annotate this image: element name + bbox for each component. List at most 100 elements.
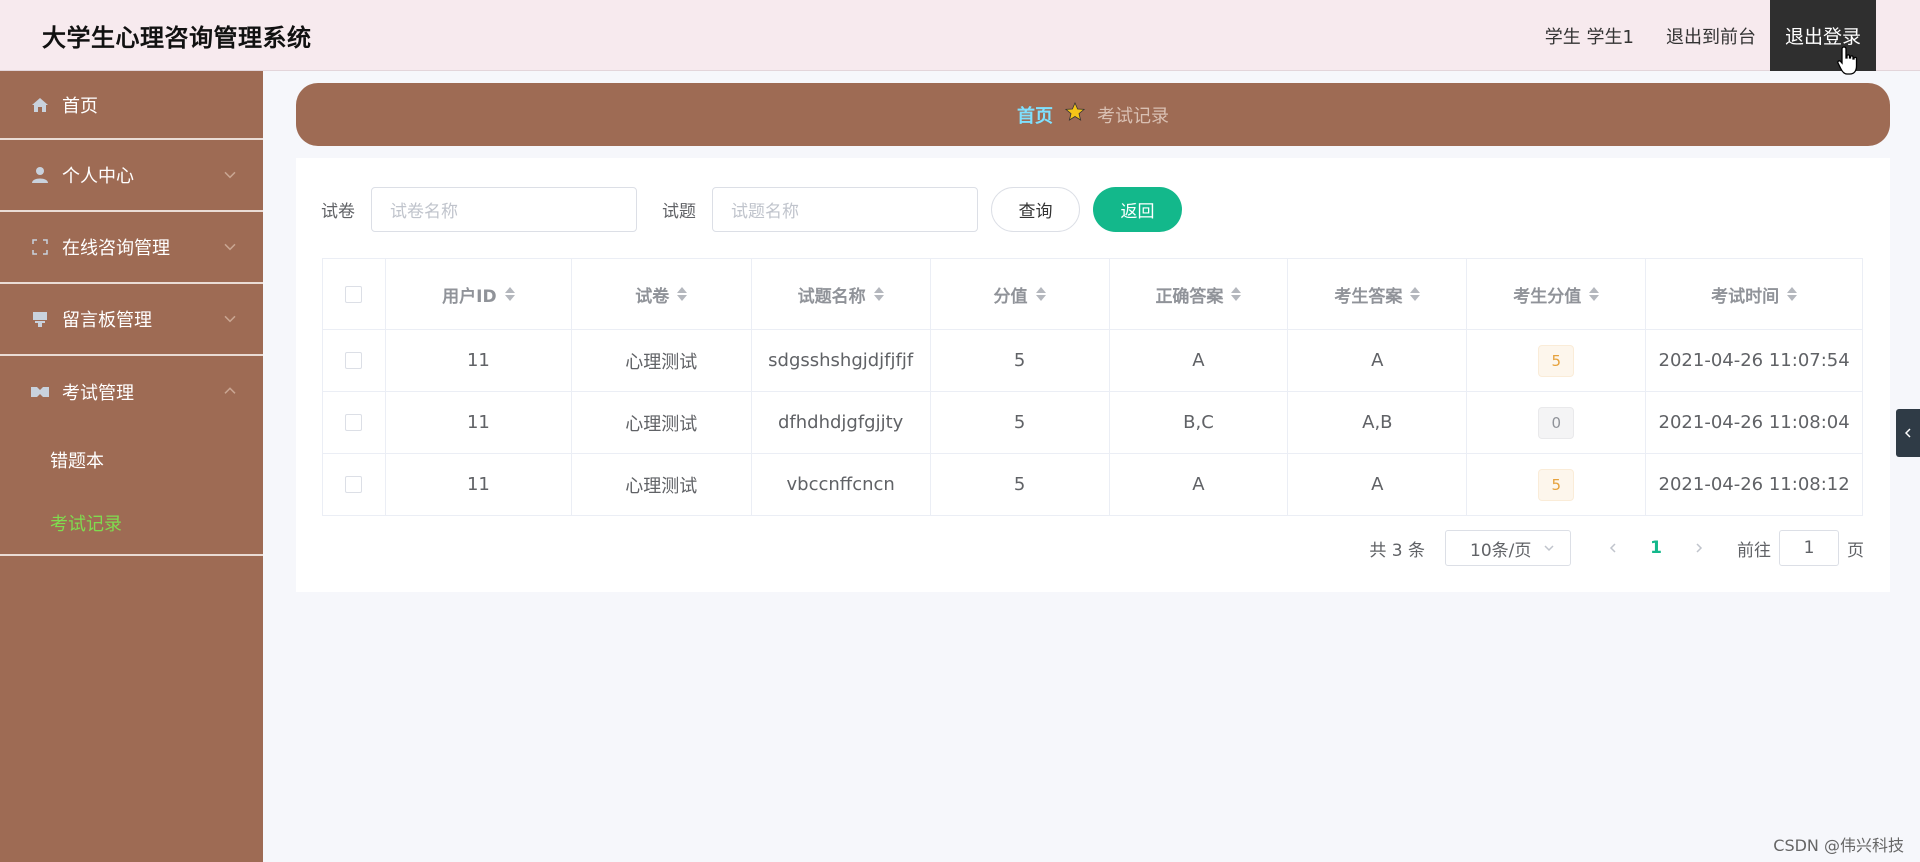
top-right-actions: 学生 学生1 退出到前台 退出登录 [1545,0,1876,71]
column-header[interactable]: 正确答案 [1109,259,1289,330]
row-checkbox[interactable] [345,414,363,431]
sidebar-item-label: 考试管理 [62,383,134,404]
chevron-left-icon [1904,428,1911,438]
sidebar-item-message-board[interactable]: 留言板管理 [0,284,263,356]
sidebar-item-exam-management[interactable]: 考试管理 [0,356,263,428]
collapse-panel-button[interactable] [1896,409,1920,457]
cell-question: dfhdhdjgfgjjty [751,392,931,454]
sidebar: 首页 个人中心 在线咨询管理 留言板管理 考试管理 错题本 考试记录 [0,71,263,862]
prev-page-button[interactable] [1595,530,1631,566]
query-button[interactable]: 查询 [991,186,1080,232]
exam-submenu: 错题本 考试记录 [0,428,263,556]
header-select-all [323,259,386,330]
sort-icon[interactable] [1231,287,1242,301]
next-page-button[interactable] [1681,530,1717,566]
score-tag: 5 [1538,344,1575,377]
page-suffix: 页 [1847,540,1864,561]
breadcrumb-home[interactable]: 首页 [1017,102,1053,128]
total-count: 共 3 条 [1369,540,1425,561]
sidebar-item-personal-center[interactable]: 个人中心 [0,140,263,212]
column-header[interactable]: 分值 [930,259,1110,330]
cell-exam-time: 2021-04-26 11:07:54 [1646,330,1864,392]
sidebar-item-online-consult[interactable]: 在线咨询管理 [0,212,263,284]
chevron-up-icon [224,387,236,394]
cell-paper: 心理测试 [571,454,752,516]
column-header[interactable]: 试卷 [571,259,752,330]
sidebar-item-label: 首页 [62,95,98,117]
chevron-down-icon [224,243,236,251]
question-name-input[interactable]: 试题名称 [712,186,978,232]
message-icon [30,309,50,329]
column-header[interactable]: 试题名称 [751,259,931,330]
paper-label: 试卷 [321,201,355,222]
chevron-down-icon [224,315,236,323]
back-button[interactable]: 返回 [1093,186,1182,232]
paper-name-input[interactable]: 试卷名称 [371,186,637,232]
main-panel: 试卷 试卷名称 试题 试题名称 查询 返回 用户ID 试卷 试题名称 分值 正确… [296,158,1890,592]
pagination: 共 3 条 10条/页 1 前往 1 页 [1369,530,1864,566]
watermark: CSDN @伟兴科技 [1773,836,1904,855]
sort-icon[interactable] [677,287,688,301]
table-header: 用户ID 试卷 试题名称 分值 正确答案 考生答案 考生分值 考试时间 [323,259,1864,330]
cell-score: 5 [930,330,1110,392]
breadcrumb: 首页 考试记录 [296,83,1890,146]
chevron-right-icon [1696,543,1703,553]
column-header[interactable]: 考生答案 [1288,259,1468,330]
column-header[interactable]: 考试时间 [1646,259,1864,330]
question-label: 试题 [662,201,696,222]
table-row: 11 心理测试 vbccnffcncn 5 A A 5 2021-04-26 1… [323,454,1864,516]
logout-button[interactable]: 退出登录 [1769,0,1876,71]
exam-records-table: 用户ID 试卷 试题名称 分值 正确答案 考生答案 考生分值 考试时间 11 心… [322,258,1864,516]
cell-correct-answer: A [1109,454,1289,516]
sort-icon[interactable] [1589,287,1600,301]
sidebar-subitem-wrong-questions[interactable]: 错题本 [0,428,263,491]
column-header[interactable]: 用户ID [385,259,572,330]
cell-student-answer: A [1288,454,1468,516]
exam-icon [30,382,50,402]
chevron-down-icon [224,171,236,179]
select-all-checkbox[interactable] [345,285,363,303]
sort-icon[interactable] [873,287,884,301]
cell-user-id: 11 [385,392,572,454]
search-bar: 试卷 试卷名称 试题 试题名称 查询 返回 [296,186,1182,232]
star-icon [1064,101,1086,127]
chevron-down-icon [1544,545,1554,552]
cell-correct-answer: B,C [1109,392,1289,454]
cell-student-answer: A,B [1288,392,1468,454]
sidebar-item-label: 个人中心 [62,166,134,187]
sidebar-item-label: 留言板管理 [62,310,152,331]
sort-icon[interactable] [1787,287,1798,301]
app-title: 大学生心理咨询管理系统 [42,24,312,52]
chevron-left-icon [1609,543,1616,553]
column-header[interactable]: 考生分值 [1467,259,1647,330]
sort-icon[interactable] [1410,287,1421,301]
cell-user-id: 11 [385,454,572,516]
cell-user-id: 11 [385,330,572,392]
score-tag: 0 [1538,406,1575,439]
cell-score: 5 [930,392,1110,454]
current-user: 学生 学生1 [1544,26,1634,48]
top-bar: 大学生心理咨询管理系统 学生 学生1 退出到前台 退出登录 [0,0,1920,71]
cell-student-answer: A [1288,330,1468,392]
cell-exam-time: 2021-04-26 11:08:12 [1646,454,1864,516]
sidebar-item-label: 在线咨询管理 [62,238,170,259]
front-page-link[interactable]: 退出到前台 [1666,23,1756,49]
goto-page-input[interactable]: 1 [1779,530,1839,566]
goto-label: 前往 [1737,540,1771,561]
sidebar-item-home[interactable]: 首页 [0,71,263,140]
row-checkbox[interactable] [345,476,363,493]
score-tag: 5 [1538,468,1575,501]
user-icon [30,165,50,185]
page-number[interactable]: 1 [1631,538,1681,558]
cell-question: sdgsshshgjdjfjfjf [751,330,931,392]
breadcrumb-current: 考试记录 [1097,105,1169,127]
sidebar-subitem-exam-records[interactable]: 考试记录 [0,491,263,554]
hand-cursor-icon [1837,46,1858,75]
sort-icon[interactable] [504,287,515,301]
consult-icon [30,237,50,257]
home-icon [30,95,50,115]
sort-icon[interactable] [1035,287,1046,301]
page-size-select[interactable]: 10条/页 [1445,530,1571,566]
row-checkbox[interactable] [345,352,363,369]
cell-paper: 心理测试 [571,330,752,392]
